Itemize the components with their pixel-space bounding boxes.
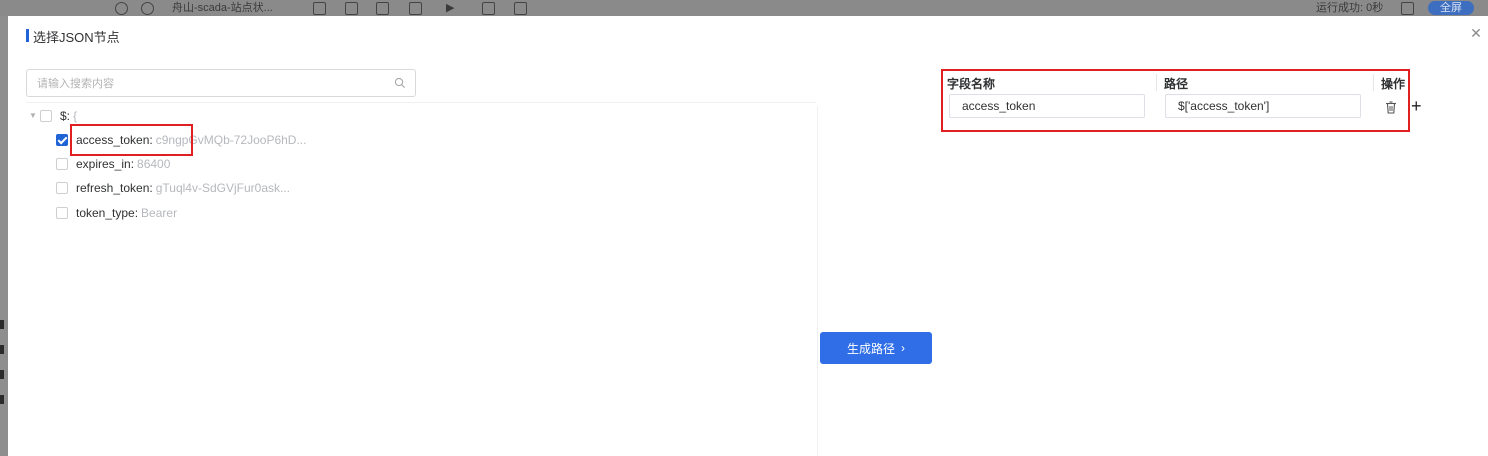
generate-path-button[interactable]: 生成路径 › — [820, 332, 932, 364]
field-name-input[interactable] — [949, 94, 1145, 118]
tree-node-key: $: — [60, 109, 71, 123]
trash-icon[interactable] — [1385, 101, 1397, 114]
tree-node-expires-in[interactable]: expires_in: 86400 — [56, 154, 170, 174]
history-icon — [1401, 2, 1414, 15]
tree-node-key: refresh_token: — [76, 181, 153, 195]
chevron-right-icon: › — [901, 341, 905, 355]
background-sidebar-marks — [0, 320, 6, 420]
export-icon — [409, 2, 422, 15]
search-icon — [115, 2, 128, 15]
copy-icon — [376, 2, 389, 15]
run-status-text: 运行成功: 0秒 — [1316, 2, 1384, 14]
select-json-node-dialog: 选择JSON节点 ✕ ▼ $: { access_token: c9ngpGvM… — [8, 16, 1488, 456]
column-header-path: 路径 — [1164, 77, 1189, 91]
generate-path-label: 生成路径 — [846, 341, 895, 356]
annotation-highlight-box — [70, 124, 193, 156]
play-icon: ▶ — [446, 2, 455, 14]
search-icon[interactable] — [394, 77, 406, 89]
tree-node-checkbox[interactable] — [56, 182, 68, 194]
fullscreen-button: 全屏 — [1428, 1, 1474, 15]
panel-divider — [26, 102, 816, 103]
title-accent-bar — [26, 29, 29, 42]
search-box — [26, 69, 416, 97]
tree-node-value: Bearer — [141, 206, 178, 220]
plus-icon[interactable]: + — [1411, 97, 1425, 115]
dialog-header: 选择JSON节点 ✕ — [8, 16, 1488, 56]
refresh-icon — [141, 2, 154, 15]
column-header-actions: 操作 — [1381, 77, 1406, 91]
tree-node-checkbox[interactable] — [56, 207, 68, 219]
column-divider — [1156, 74, 1157, 91]
code-icon — [514, 2, 527, 15]
background-toolbar: 舟山-scada-站点状... ▶ 运行成功: 0秒 全屏 — [0, 0, 1488, 16]
search-input[interactable] — [35, 74, 379, 94]
path-input[interactable] — [1165, 94, 1361, 118]
tree-root-node[interactable]: ▼ $: { — [28, 106, 77, 126]
dialog-title: 选择JSON节点 — [33, 30, 120, 45]
tree-node-value: 86400 — [137, 157, 171, 171]
column-divider — [1373, 74, 1374, 91]
settings-icon — [482, 2, 495, 15]
tree-node-value: gTuql4v-SdGVjFur0ask... — [155, 181, 290, 195]
file-icon — [313, 2, 326, 15]
column-header-field-name: 字段名称 — [947, 77, 996, 91]
tree-node-value: { — [73, 109, 78, 123]
panel-divider — [817, 106, 818, 456]
close-icon[interactable]: ✕ — [1468, 25, 1484, 41]
tree-node-key: token_type: — [76, 206, 139, 220]
tree-node-checkbox[interactable] — [56, 134, 68, 146]
tree-node-token-type[interactable]: token_type: Bearer — [56, 203, 177, 223]
save-icon — [345, 2, 358, 15]
tree-node-key: expires_in: — [76, 157, 135, 171]
tree-node-checkbox[interactable] — [56, 158, 68, 170]
document-tab-label: 舟山-scada-站点状... — [172, 2, 273, 14]
tree-node-refresh-token[interactable]: refresh_token: gTuql4v-SdGVjFur0ask... — [56, 178, 290, 198]
caret-down-icon[interactable]: ▼ — [28, 111, 38, 121]
tree-root-checkbox[interactable] — [40, 110, 52, 122]
